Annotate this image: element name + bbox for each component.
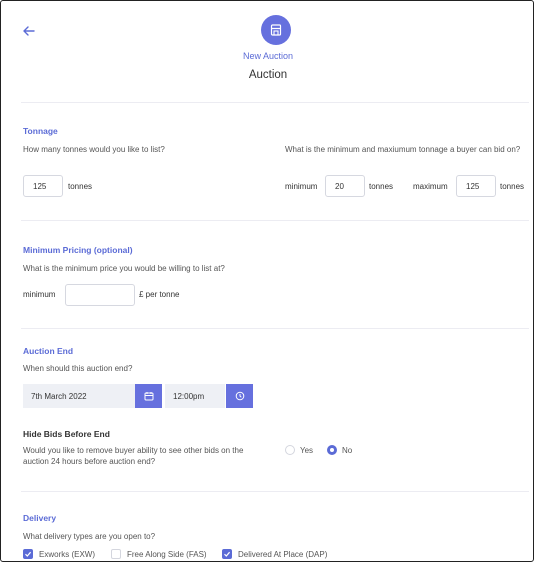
max-tonnage-unit: tonnes bbox=[500, 182, 525, 191]
list-tonnage-unit: tonnes bbox=[68, 182, 93, 191]
new-auction-page: New Auction Auction Tonnage How many ton… bbox=[0, 0, 534, 562]
min-price-input[interactable] bbox=[65, 284, 135, 306]
delivery-fas-checkbox[interactable] bbox=[111, 549, 121, 559]
hide-bids-no-label: No bbox=[342, 446, 353, 455]
clock-icon[interactable] bbox=[226, 384, 253, 408]
min-tonnage-label: minimum bbox=[285, 182, 318, 191]
max-tonnage-label: maximum bbox=[413, 182, 448, 191]
tonnage-range-question: What is the minimum and maxiumum tonnage… bbox=[285, 145, 521, 154]
delivery-dap-checkbox[interactable] bbox=[222, 549, 232, 559]
storefront-icon bbox=[261, 15, 291, 45]
section-divider bbox=[21, 328, 529, 329]
calendar-icon[interactable] bbox=[135, 384, 162, 408]
tonnage-list-question: How many tonnes would you like to list? bbox=[23, 145, 165, 154]
section-divider bbox=[21, 491, 529, 492]
delivery-section-title: Delivery bbox=[23, 513, 57, 523]
end-time-field[interactable]: 12:00pm bbox=[165, 384, 225, 408]
hide-bids-yes-radio[interactable] bbox=[285, 445, 295, 455]
hide-bids-yes-label: Yes bbox=[300, 446, 314, 455]
max-tonnage-input[interactable]: 125 bbox=[456, 175, 496, 197]
delivery-question: What delivery types are you open to? bbox=[23, 532, 156, 541]
hide-bids-no-radio[interactable] bbox=[327, 445, 337, 455]
arrow-left-icon[interactable] bbox=[21, 23, 37, 39]
section-divider bbox=[21, 220, 529, 221]
pricing-question: What is the minimum price you would be w… bbox=[23, 264, 225, 273]
delivery-exw-label: Exworks (EXW) bbox=[39, 550, 95, 559]
delivery-dap-label: Delivered At Place (DAP) bbox=[238, 550, 328, 559]
auction-end-question: When should this auction end? bbox=[23, 364, 133, 373]
min-tonnage-unit: tonnes bbox=[369, 182, 394, 191]
min-tonnage-input[interactable]: 20 bbox=[325, 175, 365, 197]
delivery-exw-checkbox[interactable] bbox=[23, 549, 33, 559]
auction-end-section-title: Auction End bbox=[23, 346, 74, 356]
pricing-section-title: Minimum Pricing (optional) bbox=[23, 245, 133, 255]
section-divider bbox=[21, 102, 529, 103]
list-tonnage-input[interactable]: 125 bbox=[23, 175, 63, 197]
hide-bids-title: Hide Bids Before End bbox=[23, 429, 110, 439]
delivery-fas-label: Free Along Side (FAS) bbox=[127, 550, 207, 559]
price-unit-label: £ per tonne bbox=[139, 290, 180, 299]
hide-bids-question: Would you like to remove buyer ability t… bbox=[23, 446, 244, 466]
page-subtitle: New Auction bbox=[242, 51, 294, 61]
tonnage-section-title: Tonnage bbox=[23, 126, 58, 136]
page-title: Auction bbox=[248, 69, 288, 81]
min-price-label: minimum bbox=[23, 290, 56, 299]
end-date-field[interactable]: 7th March 2022 bbox=[23, 384, 135, 408]
